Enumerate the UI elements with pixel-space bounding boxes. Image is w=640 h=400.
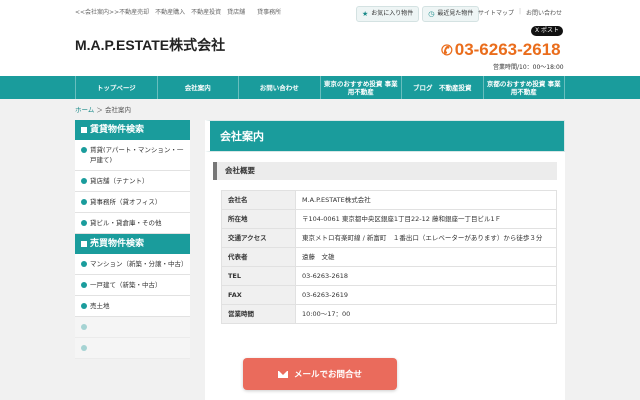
chevron-right-icon (81, 303, 87, 309)
nav-item-kyoto-investment[interactable]: 京都のおすすめ投資 事業用不動産 (484, 76, 565, 99)
table-row: FAX 03-6263-2619 (221, 285, 557, 305)
row-value: 東京メトロ有楽町線 / 新富町 １番出口（エレベーターがあります）から徒歩３分 (295, 228, 557, 248)
phone-number-text: 03-6263-2618 (454, 40, 561, 59)
site-header: <<会社案内>>不動産売却 不動産購入 不動産投資 貸店舗 貸事務所 ★ お気に… (0, 0, 640, 76)
square-bullet-icon (81, 241, 87, 247)
nav-item-top[interactable]: トップページ (75, 76, 158, 99)
phone-number[interactable]: ✆ 03-6263-2618 (441, 40, 561, 60)
row-value: M.A.P.ESTATE株式会社 (295, 190, 557, 210)
row-value: 〒104-0061 東京都中央区銀座1丁目22-12 藤和銀座一丁目ビル1Ｆ (295, 209, 557, 229)
sidebar-item-rental-building[interactable]: 貸ビル・貸倉庫・その他 (75, 213, 190, 234)
nav-item-company[interactable]: 会社案内 (158, 76, 239, 99)
row-value: 03-6263-2619 (295, 285, 557, 305)
page-title: 会社案内 (205, 120, 565, 152)
square-bullet-icon (81, 127, 87, 133)
breadcrumb-current: 会社案内 (104, 106, 131, 114)
breadcrumb: ホーム ＞ 会社案内 (75, 104, 131, 114)
sidebar-item-placeholder (75, 317, 190, 338)
table-row: 所在地 〒104-0061 東京都中央区銀座1丁目22-12 藤和銀座一丁目ビル… (221, 209, 557, 229)
mail-contact-button[interactable]: メールでお問合せ (243, 358, 397, 390)
mail-contact-label: メールでお問合せ (293, 370, 362, 380)
sidebar-item-label (90, 322, 92, 332)
company-info-table: 会社名 M.A.P.ESTATE株式会社 所在地 〒104-0061 東京都中央… (221, 190, 557, 324)
favorites-label: お気に入り物件 (371, 10, 414, 17)
recent-label: 最近見た物件 (437, 10, 474, 17)
table-row: TEL 03-6263-2618 (221, 266, 557, 286)
link-divider: | (519, 8, 522, 15)
sidebar-item-label: 売土地 (90, 302, 110, 310)
breadcrumb-separator: ＞ (96, 106, 103, 114)
chevron-right-icon (81, 261, 87, 267)
sidebar-item-sale-house[interactable]: 一戸建て（新築・中古） (75, 275, 190, 296)
table-row: 営業時間 10:00〜17：00 (221, 304, 557, 324)
sidebar-item-label: 一戸建て（新築・中古） (90, 281, 162, 289)
nav-item-blog[interactable]: ブログ 不動産投資 (402, 76, 484, 99)
header-utility-buttons: ★ お気に入り物件 ◷ 最近見た物件 (356, 6, 480, 22)
table-row: 代表者 遠藤 文雄 (221, 247, 557, 267)
nav-item-tokyo-investment[interactable]: 東京のおすすめ投資 事業用不動産 (321, 76, 402, 99)
sidebar-item-rental-store[interactable]: 貸店舗（テナント） (75, 171, 190, 192)
table-row: 会社名 M.A.P.ESTATE株式会社 (221, 190, 557, 210)
sidebar-rental-heading: 賃貸物件検索 (75, 120, 190, 140)
row-label: 営業時間 (221, 304, 296, 324)
sitemap-link[interactable]: サイトマップ (478, 8, 514, 17)
row-label: 会社名 (221, 190, 296, 210)
contact-link[interactable]: お問い合わせ (526, 8, 562, 17)
chevron-right-icon (81, 282, 87, 288)
company-logo[interactable]: M.A.P.ESTATE株式会社 (75, 35, 225, 55)
sidebar-rental-heading-label: 賃貸物件検索 (90, 125, 145, 135)
sidebar-item-placeholder (75, 338, 190, 359)
row-label: FAX (221, 285, 296, 305)
sidebar-sale-heading: 売買物件検索 (75, 234, 190, 254)
sidebar-item-sale-mansion[interactable]: マンション（新築・分譲・中古） (75, 254, 190, 275)
business-hours: 営業時間/10：00〜18:00 (493, 64, 564, 71)
row-value: 遠藤 文雄 (295, 247, 557, 267)
sidebar-item-rental-residence[interactable]: 賃貸(アパート・マンション・一戸建て) (75, 140, 190, 171)
sidebar-sale-heading-label: 売買物件検索 (90, 239, 145, 249)
header-links: サイトマップ | お問い合わせ (478, 8, 562, 17)
row-label: 代表者 (221, 247, 296, 267)
sidebar: 賃貸物件検索 賃貸(アパート・マンション・一戸建て) 貸店舗（テナント） 貸事務… (75, 120, 190, 359)
table-row: 交通アクセス 東京メトロ有楽町線 / 新富町 １番出口（エレベーターがあります）… (221, 228, 557, 248)
x-post-button[interactable]: X ポスト (531, 26, 563, 36)
row-label: 所在地 (221, 209, 296, 229)
sidebar-item-label: 貸ビル・貸倉庫・その他 (90, 219, 162, 227)
chevron-right-icon (81, 199, 87, 205)
recent-button[interactable]: ◷ 最近見た物件 (422, 6, 480, 22)
row-value: 10:00〜17：00 (295, 304, 557, 324)
chevron-right-icon (81, 220, 87, 226)
breadcrumb-home[interactable]: ホーム (75, 106, 94, 114)
sidebar-item-label: 貸事務所（貸オフィス） (90, 198, 162, 206)
phone-icon: ✆ (441, 41, 453, 58)
envelope-icon (277, 370, 288, 378)
global-nav: トップページ 会社案内 お問い合わせ 東京のおすすめ投資 事業用不動産 ブログ … (0, 76, 640, 99)
row-label: 交通アクセス (221, 228, 296, 248)
nav-item-contact[interactable]: お問い合わせ (239, 76, 321, 99)
chevron-right-icon (81, 178, 87, 184)
row-value: 03-6263-2618 (295, 266, 557, 286)
sidebar-item-label (90, 343, 92, 353)
section-title: 会社概要 (213, 162, 557, 180)
sidebar-item-sale-land[interactable]: 売土地 (75, 296, 190, 317)
chevron-right-icon (81, 324, 87, 330)
site-tagline: <<会社案内>>不動産売却 不動産購入 不動産投資 貸店舗 貸事務所 (75, 9, 282, 16)
sidebar-item-label: 貸店舗（テナント） (90, 177, 149, 185)
sidebar-item-label: 賃貸(アパート・マンション・一戸建て) (90, 146, 184, 164)
favorites-button[interactable]: ★ お気に入り物件 (356, 6, 420, 22)
sidebar-item-label: マンション（新築・分譲・中古） (90, 260, 188, 268)
chevron-right-icon (81, 147, 87, 153)
sidebar-item-rental-office[interactable]: 貸事務所（貸オフィス） (75, 192, 190, 213)
history-icon: ◷ (428, 10, 435, 18)
chevron-right-icon (81, 345, 87, 351)
row-label: TEL (221, 266, 296, 286)
star-icon: ★ (362, 10, 369, 18)
